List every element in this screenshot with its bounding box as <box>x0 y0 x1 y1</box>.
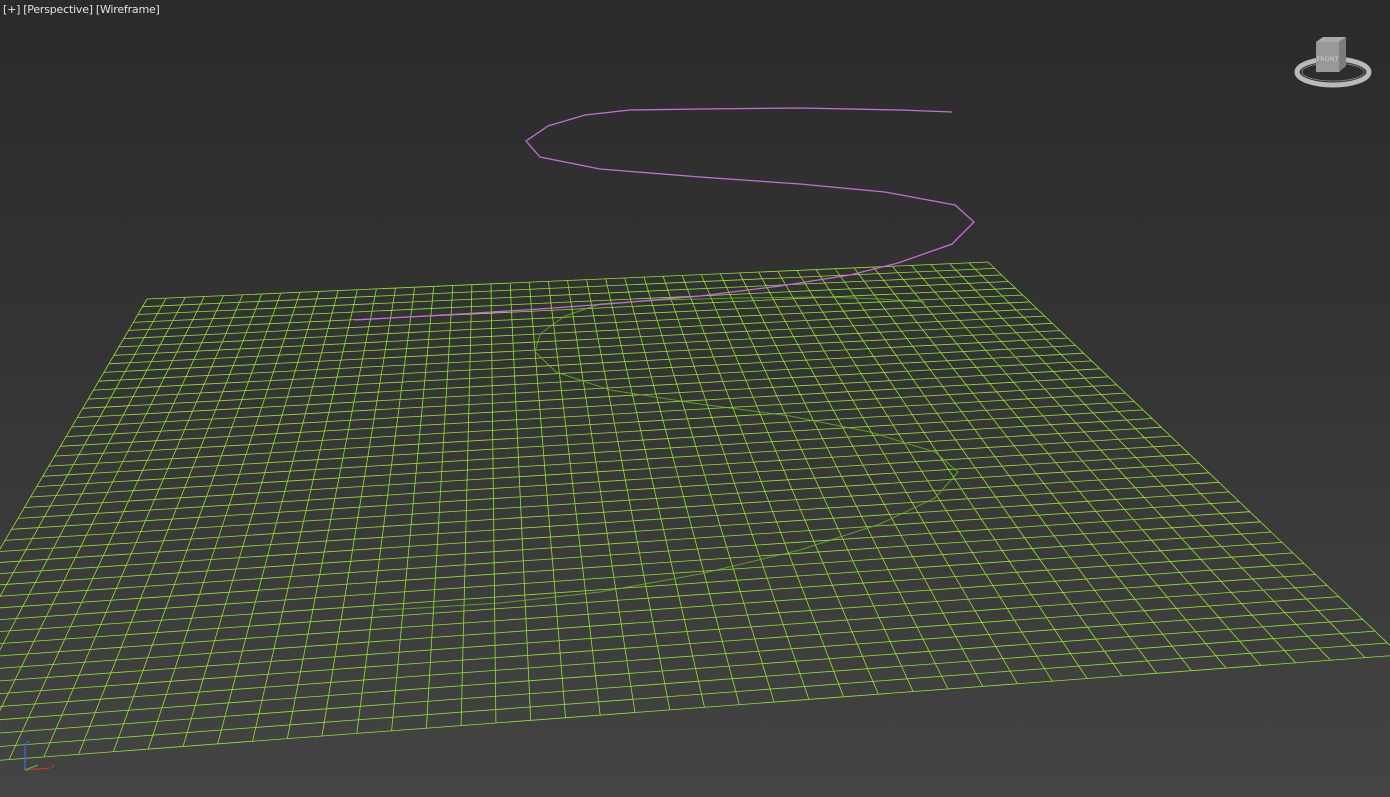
plane-grid-lines <box>0 261 1390 761</box>
z-axis-label: z <box>26 739 30 747</box>
spline-helix-curve[interactable] <box>354 107 975 321</box>
x-axis-label: x <box>51 762 55 770</box>
viewcube-front-label: FRONT <box>1316 55 1338 63</box>
viewcube-right-face[interactable] <box>1339 37 1346 72</box>
axis-tripod-gizmo: z x <box>24 739 55 771</box>
plane-wireframe-grid[interactable] <box>0 261 1390 770</box>
perspective-viewport[interactable] <box>0 0 1390 797</box>
viewcube-navigation-gizmo[interactable]: FRONT <box>1290 0 1390 100</box>
